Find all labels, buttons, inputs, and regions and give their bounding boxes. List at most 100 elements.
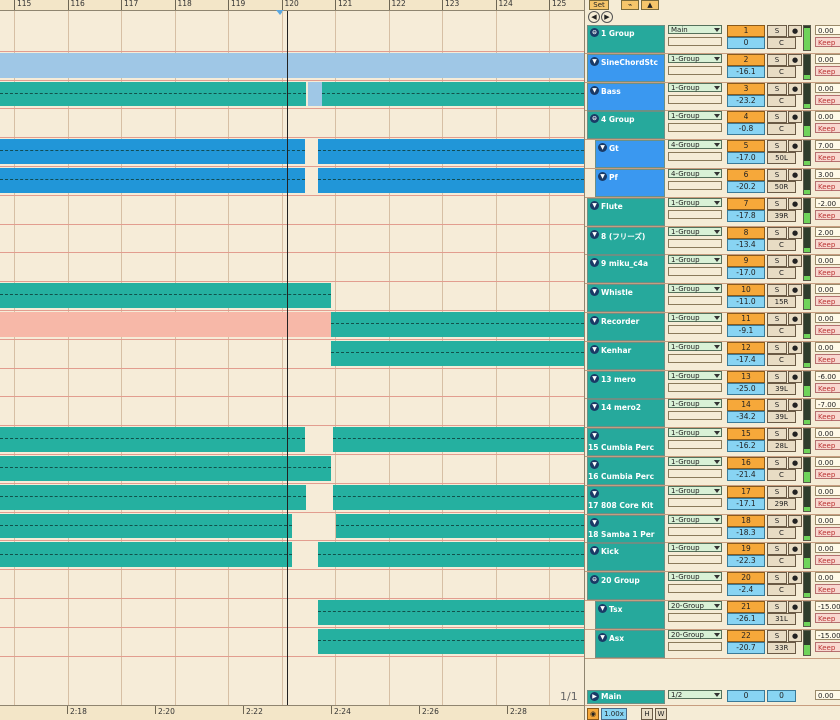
clip[interactable] (318, 628, 584, 654)
send-value[interactable]: 0.00 (815, 255, 840, 266)
track-name-box[interactable]: ▼ 18 Samba 1 Per (587, 514, 665, 543)
solo-button[interactable]: S (767, 341, 787, 354)
fold-icon[interactable]: ▼ (590, 402, 599, 412)
keep-button[interactable]: Keep (815, 469, 840, 479)
track-name-box[interactable]: ▼ Flute (587, 197, 665, 226)
track-activator[interactable]: 11 (727, 313, 765, 325)
pan-field[interactable]: 15R (767, 296, 796, 309)
nav-right-icon[interactable]: ▶ (601, 11, 613, 23)
pan-field[interactable]: C (767, 94, 796, 107)
pan-field[interactable]: C (767, 37, 796, 49)
input-routing-field[interactable] (668, 613, 722, 622)
track-activator[interactable]: 7 (727, 197, 765, 210)
send-value[interactable]: 0.00 (815, 53, 840, 64)
keep-button[interactable]: Keep (815, 555, 840, 566)
bar-ruler[interactable]: 115 116 117 118 119 120 121 122 123 124 125 (0, 0, 584, 11)
arm-icon[interactable]: ● (788, 399, 802, 412)
solo-button[interactable]: S (767, 82, 787, 95)
send-value[interactable]: 0.00 (815, 572, 840, 583)
output-routing-select[interactable]: 1-Group (668, 197, 722, 207)
zoom-display[interactable]: 1.00x (601, 708, 627, 720)
clip[interactable] (0, 283, 331, 308)
track-activator[interactable]: 3 (727, 82, 765, 95)
track-activator[interactable]: 14 (727, 399, 765, 412)
pan-field[interactable]: C (767, 267, 796, 280)
input-routing-field[interactable] (668, 296, 722, 306)
track-activator[interactable]: 4 (727, 111, 765, 124)
pan-field[interactable]: C (767, 65, 796, 78)
track-activator[interactable]: 2 (727, 53, 765, 66)
arm-icon[interactable]: ● (788, 226, 802, 239)
arrangement-track[interactable] (0, 225, 584, 254)
arrangement-track[interactable] (0, 52, 584, 81)
arm-icon[interactable]: ● (788, 341, 802, 354)
arrangement-track[interactable] (0, 23, 584, 52)
fold-icon[interactable]: ▶ (590, 692, 599, 701)
track-name-box[interactable]: ⊖ 4 Group (587, 111, 665, 140)
clip[interactable] (318, 168, 584, 193)
volume-field[interactable]: -17.0 (727, 267, 765, 280)
fold-icon[interactable]: ▼ (598, 632, 607, 642)
arrangement-track[interactable] (0, 253, 584, 283)
pan-field[interactable]: 39R (767, 209, 796, 222)
clip[interactable] (318, 542, 584, 568)
track-name-box[interactable]: ▼ 15 Cumbia Perc (587, 428, 665, 457)
time-ruler[interactable]: 2:18 2:20 2:22 2:24 2:26 2:28 (0, 705, 584, 720)
clip[interactable] (0, 427, 305, 452)
solo-button[interactable]: S (767, 226, 787, 239)
output-routing-select[interactable]: 1-Group (668, 485, 722, 495)
send-value[interactable]: 7.00 (815, 140, 840, 151)
volume-field[interactable]: -26.1 (727, 613, 765, 625)
main-send[interactable]: 0.00 (815, 690, 840, 700)
fold-icon[interactable]: ▼ (590, 258, 599, 268)
solo-button[interactable]: S (767, 629, 787, 642)
arrangement-track[interactable] (0, 282, 584, 311)
track-name-box[interactable]: ▼ Pf (595, 169, 665, 197)
clip[interactable] (322, 81, 584, 107)
keep-button[interactable]: Keep (815, 382, 840, 393)
output-routing-select[interactable]: 1-Group (668, 399, 722, 409)
solo-button[interactable]: S (767, 572, 787, 585)
arm-icon[interactable]: ● (788, 601, 802, 613)
track-activator[interactable]: 12 (727, 341, 765, 354)
track-name-box[interactable]: ▼ Asx (595, 629, 665, 658)
pan-field[interactable]: 39L (767, 411, 796, 424)
send-value[interactable]: -15.00 (815, 629, 840, 640)
send-value[interactable]: 0.00 (815, 111, 840, 122)
output-routing-select[interactable]: 4-Group (668, 169, 722, 178)
input-routing-field[interactable] (668, 411, 722, 421)
clip[interactable] (0, 312, 331, 337)
arrangement-track[interactable] (0, 513, 584, 542)
arrangement-track[interactable] (0, 484, 584, 513)
output-routing-select[interactable]: 1-Group (668, 370, 722, 380)
track-name-box[interactable]: ▼ 8 (フリーズ) (587, 226, 665, 255)
volume-field[interactable]: -18.3 (727, 526, 765, 539)
output-routing-select[interactable]: 1-Group (668, 111, 722, 121)
keep-button[interactable]: Keep (815, 353, 840, 364)
keep-button[interactable]: Keep (815, 267, 840, 278)
arm-icon[interactable]: ● (788, 140, 802, 153)
input-routing-field[interactable] (668, 267, 722, 277)
fold-icon[interactable]: ▼ (598, 172, 607, 181)
input-routing-field[interactable] (668, 238, 722, 248)
fold-icon[interactable]: ▼ (590, 488, 599, 498)
track-activator[interactable]: 18 (727, 514, 765, 527)
track-activator[interactable]: 10 (727, 284, 765, 297)
arm-icon[interactable]: ● (788, 428, 802, 441)
arrangement-track[interactable] (0, 541, 584, 571)
output-routing-select[interactable]: 1-Group (668, 543, 722, 553)
output-routing-select[interactable]: 1-Group (668, 428, 722, 438)
volume-field[interactable]: -17.4 (727, 353, 765, 366)
volume-field[interactable]: -9.1 (727, 325, 765, 337)
volume-field[interactable]: 0 (727, 37, 765, 49)
send-value[interactable]: 3.00 (815, 169, 840, 179)
input-routing-field[interactable] (668, 152, 722, 162)
pan-field[interactable]: C (767, 555, 796, 568)
fold-icon[interactable]: ▼ (598, 604, 607, 613)
input-routing-field[interactable] (668, 65, 722, 75)
input-routing-field[interactable] (668, 469, 722, 478)
arrangement-track[interactable] (0, 81, 584, 110)
input-routing-field[interactable] (668, 209, 722, 219)
arm-icon[interactable]: ● (788, 629, 802, 642)
clip[interactable] (318, 139, 584, 164)
